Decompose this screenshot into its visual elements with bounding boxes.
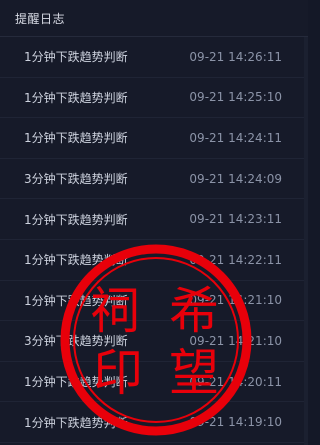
- list-item[interactable]: 1分钟下跌趋势判断 09-21 14:24:11: [0, 118, 308, 159]
- list-item[interactable]: 3分钟下跌趋势判断 09-21 14:24:09: [0, 159, 308, 200]
- panel-title: 提醒日志: [15, 11, 66, 26]
- list-item[interactable]: 1分钟下跌趋势判断 09-21 14:23:11: [0, 199, 308, 240]
- log-message: 1分钟下跌趋势判断: [24, 131, 128, 146]
- panel-header: 提醒日志: [0, 0, 308, 37]
- log-message: 1分钟下跌趋势判断: [24, 415, 128, 430]
- log-timestamp: 09-21 14:21:10: [189, 293, 282, 308]
- log-message: 1分钟下跌趋势判断: [24, 212, 128, 227]
- log-timestamp: 09-21 14:25:10: [189, 90, 282, 105]
- log-message: 1分钟下跌趋势判断: [24, 90, 128, 105]
- list-item[interactable]: 1分钟下跌趋势判断 09-21 14:19:10: [0, 402, 308, 443]
- list-item[interactable]: 1分钟下跌趋势判断 09-21 14:26:11: [0, 37, 308, 78]
- log-timestamp: 09-21 14:26:11: [189, 49, 282, 64]
- log-message: 3分钟下跌趋势判断: [24, 334, 128, 349]
- log-list[interactable]: 1分钟下跌趋势判断 09-21 14:26:11 1分钟下跌趋势判断 09-21…: [0, 37, 308, 443]
- list-item[interactable]: 1分钟下跌趋势判断 09-21 14:21:10: [0, 281, 308, 322]
- log-timestamp: 09-21 14:23:11: [189, 212, 282, 227]
- list-item[interactable]: 1分钟下跌趋势判断 09-21 14:22:11: [0, 240, 308, 281]
- list-item[interactable]: 1分钟下跌趋势判断 09-21 14:25:10: [0, 78, 308, 119]
- log-message: 3分钟下跌趋势判断: [24, 172, 128, 187]
- log-message: 1分钟下跌趋势判断: [24, 375, 128, 390]
- log-timestamp: 09-21 14:19:10: [189, 415, 282, 430]
- log-message: 1分钟下跌趋势判断: [24, 293, 128, 308]
- reminder-log-panel: 提醒日志 1分钟下跌趋势判断 09-21 14:26:11 1分钟下跌趋势判断 …: [0, 0, 308, 445]
- list-item[interactable]: 3分钟下跌趋势判断 09-21 14:21:10: [0, 321, 308, 362]
- scrollbar[interactable]: [304, 37, 308, 445]
- log-timestamp: 09-21 14:21:10: [189, 333, 282, 348]
- log-timestamp: 09-21 14:22:11: [189, 252, 282, 267]
- list-item[interactable]: 1分钟下跌趋势判断 09-21 14:20:11: [0, 362, 308, 403]
- log-timestamp: 09-21 14:20:11: [189, 374, 282, 389]
- log-timestamp: 09-21 14:24:11: [189, 130, 282, 145]
- log-message: 1分钟下跌趋势判断: [24, 253, 128, 268]
- log-timestamp: 09-21 14:24:09: [189, 171, 282, 186]
- log-message: 1分钟下跌趋势判断: [24, 50, 128, 65]
